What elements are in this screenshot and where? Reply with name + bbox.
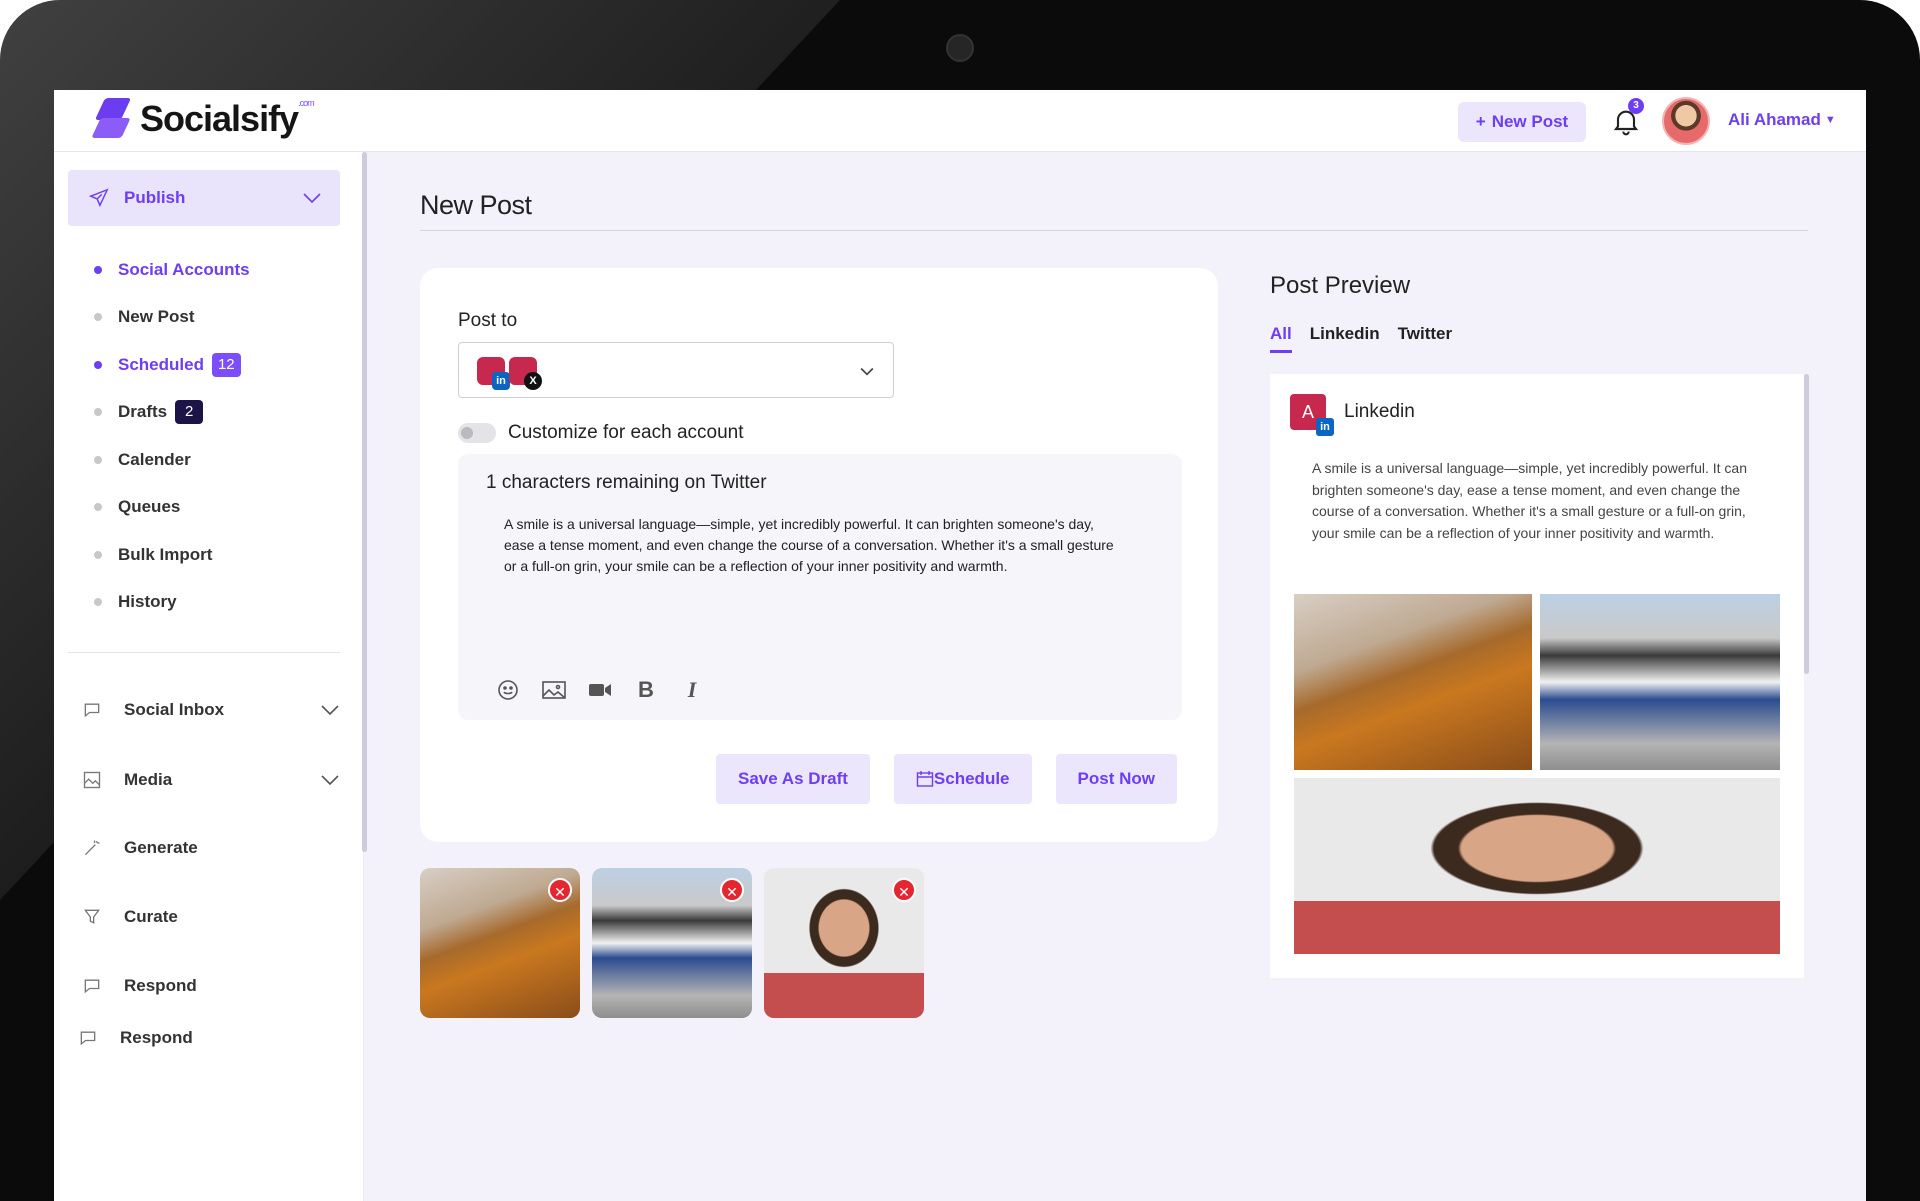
sidebar-item-bulk-import[interactable]: Bulk Import	[94, 531, 250, 579]
sidebar-item-history[interactable]: History	[94, 579, 250, 627]
logo-bolt-icon	[91, 96, 138, 142]
schedule-button[interactable]: Schedule	[893, 754, 1032, 804]
sidebar-item-calender[interactable]: Calender	[94, 436, 250, 484]
post-to-label: Post to	[458, 310, 518, 331]
preview-tabs: All Linkedin Twitter	[1270, 324, 1452, 353]
sidebar-item-curate[interactable]: Curate	[82, 897, 342, 937]
sidebar-item-new-post[interactable]: New Post	[94, 294, 250, 342]
preview-image	[1540, 594, 1780, 770]
sidebar-scrollbar[interactable]	[362, 152, 367, 852]
sidebar-item-generate[interactable]: Generate	[82, 828, 342, 868]
calendar-icon	[916, 771, 934, 787]
media-thumbnail[interactable]: ✕	[592, 868, 752, 1018]
send-icon	[88, 188, 109, 208]
remove-icon[interactable]: ✕	[892, 878, 916, 902]
italic-icon[interactable]: I	[678, 676, 706, 704]
plus-icon: +	[1475, 112, 1486, 131]
sidebar-item-queues[interactable]: Queues	[94, 484, 250, 532]
linkedin-icon: in	[1316, 418, 1334, 436]
bold-icon[interactable]: B	[632, 676, 660, 704]
editor-toolbar: B I	[494, 676, 706, 704]
magic-wand-icon	[84, 840, 100, 856]
preview-image	[1294, 778, 1780, 954]
remove-icon[interactable]: ✕	[548, 878, 572, 902]
chevron-down-icon	[321, 775, 339, 786]
sidebar-divider	[68, 652, 340, 653]
post-actions: Save As Draft Schedule Post Now	[716, 754, 1177, 804]
sidebar-item-media[interactable]: Media	[82, 760, 342, 800]
sidebar-item-publish[interactable]: Publish	[68, 170, 340, 226]
user-menu[interactable]: Ali Ahamad ▼	[1728, 110, 1836, 130]
sidebar: Publish Social Accounts New Post Schedul…	[54, 152, 364, 1201]
caret-down-icon: ▼	[1824, 114, 1836, 126]
notification-badge: 3	[1628, 98, 1644, 114]
post-text-area[interactable]: A smile is a universal language—simple, …	[504, 514, 1116, 577]
preview-card: A in Linkedin A smile is a universal lan…	[1270, 374, 1804, 978]
sidebar-item-scheduled[interactable]: Scheduled 12	[94, 341, 250, 389]
webcam	[946, 34, 974, 62]
preview-network-name: Linkedin	[1344, 401, 1415, 422]
tab-all[interactable]: All	[1270, 324, 1292, 353]
preview-image	[1294, 594, 1532, 770]
save-draft-button[interactable]: Save As Draft	[716, 754, 870, 804]
tab-twitter[interactable]: Twitter	[1398, 324, 1452, 353]
remove-icon[interactable]: ✕	[720, 878, 744, 902]
linkedin-icon: in	[492, 372, 510, 390]
avatar[interactable]	[1662, 97, 1710, 145]
page-title: New Post	[420, 190, 532, 220]
linkedin-account-chip: in	[477, 357, 510, 390]
chat-bubble-icon	[84, 979, 100, 994]
media-thumbnail[interactable]: ✕	[420, 868, 580, 1018]
preview-avatar: A in	[1290, 394, 1334, 436]
emoji-icon[interactable]	[494, 676, 522, 704]
tab-linkedin[interactable]: Linkedin	[1310, 324, 1380, 353]
publish-submenu: Social Accounts New Post Scheduled 12 Dra…	[94, 246, 250, 626]
chevron-down-icon	[860, 367, 874, 376]
preview-text: A smile is a universal language—simple, …	[1312, 460, 1747, 541]
app-screen: Socialsify.com + New Post 3 Ali Ahamad ▼…	[54, 90, 1866, 1201]
customize-label: Customize for each account	[508, 422, 744, 443]
new-post-button[interactable]: + New Post	[1458, 102, 1586, 142]
customize-toggle[interactable]	[458, 423, 496, 443]
media-icon	[83, 771, 101, 789]
image-icon[interactable]	[540, 676, 568, 704]
brand-name: Socialsify.com	[140, 98, 315, 139]
video-icon[interactable]	[586, 676, 614, 704]
twitter-account-chip: X	[509, 357, 542, 390]
chevron-down-icon	[303, 193, 321, 204]
sidebar-item-social-inbox[interactable]: Social Inbox	[82, 690, 342, 730]
customize-toggle-row: Customize for each account	[458, 422, 744, 444]
chat-bubble-icon	[80, 1031, 96, 1046]
preview-header: A in Linkedin	[1290, 394, 1415, 436]
char-remaining: 1 characters remaining on Twitter	[486, 472, 767, 493]
post-now-button[interactable]: Post Now	[1055, 754, 1177, 804]
compose-card: Post to in X Customize for each account …	[420, 268, 1218, 842]
top-bar: Socialsify.com + New Post 3 Ali Ahamad ▼	[54, 90, 1866, 152]
account-select[interactable]: in X	[458, 342, 894, 398]
sidebar-item-drafts[interactable]: Drafts 2	[94, 389, 250, 437]
preview-title: Post Preview	[1270, 272, 1411, 299]
count-badge: 2	[175, 400, 204, 425]
media-thumbnail[interactable]: ✕	[764, 868, 924, 1018]
brand-logo[interactable]: Socialsify.com	[91, 96, 315, 142]
count-badge: 12	[211, 352, 241, 377]
chevron-down-icon	[321, 705, 339, 716]
sidebar-item-social-accounts[interactable]: Social Accounts	[94, 246, 250, 294]
preview-scrollbar[interactable]	[1804, 374, 1809, 674]
laptop-frame: Socialsify.com + New Post 3 Ali Ahamad ▼…	[0, 0, 1920, 1201]
sidebar-item-respond-2[interactable]: Respond	[78, 1018, 338, 1058]
filter-icon	[84, 909, 100, 924]
x-twitter-icon: X	[524, 372, 542, 390]
sidebar-item-respond[interactable]: Respond	[82, 966, 342, 1006]
chat-bubble-icon	[84, 703, 100, 718]
post-editor[interactable]: 1 characters remaining on Twitter A smil…	[458, 454, 1182, 720]
title-divider	[420, 230, 1808, 231]
media-thumbnails: ✕ ✕ ✕	[420, 868, 924, 1018]
